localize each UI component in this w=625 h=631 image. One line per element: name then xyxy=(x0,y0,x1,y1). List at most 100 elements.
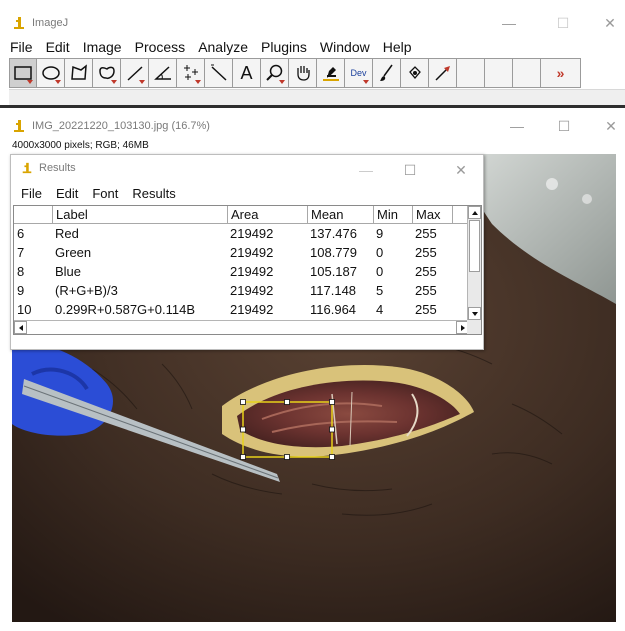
arrow-tool-button[interactable] xyxy=(429,58,457,88)
menu-help[interactable]: Help xyxy=(383,39,412,55)
multipoint-tool-button[interactable] xyxy=(177,58,205,88)
freehand-tool-button[interactable] xyxy=(93,58,121,88)
column-header-max[interactable]: Max xyxy=(412,206,452,224)
arrow-down-icon xyxy=(471,311,478,316)
cell-label: Green xyxy=(55,245,92,260)
cell-min: 9 xyxy=(376,226,384,241)
results-vertical-scrollbar[interactable] xyxy=(467,206,481,320)
menu-analyze[interactable]: Analyze xyxy=(198,39,248,55)
imagej-close-button[interactable]: ✕ xyxy=(587,10,625,36)
results-window: Results — ☐ ✕ File Edit Font Results Lab… xyxy=(10,154,484,350)
hand-tool-button[interactable] xyxy=(289,58,317,88)
image-window-title: IMG_20221220_103130.jpg (16.7%) xyxy=(32,120,210,132)
hand-icon xyxy=(296,66,310,81)
cell-area: 219492 xyxy=(230,245,274,260)
text-tool-icon: A xyxy=(240,62,253,83)
menu-image[interactable]: Image xyxy=(83,39,122,55)
cell-area: 219492 xyxy=(230,283,274,298)
cell-min: 5 xyxy=(376,283,384,298)
scroll-left-button[interactable] xyxy=(14,321,27,334)
cell-min: 0 xyxy=(376,264,384,279)
menu-process[interactable]: Process xyxy=(135,39,186,55)
wand-tool-button[interactable] xyxy=(205,58,233,88)
imagej-logo-icon xyxy=(22,162,32,174)
flood-fill-icon xyxy=(408,66,421,80)
table-header: Label Area Mean Min Max xyxy=(14,206,469,224)
cell-min: 0 xyxy=(376,245,384,260)
cell-max: 255 xyxy=(415,245,437,260)
angle-tool-button[interactable] xyxy=(149,58,177,88)
polygon-tool-button[interactable] xyxy=(65,58,93,88)
oval-tool-button[interactable] xyxy=(37,58,65,88)
color-picker-icon xyxy=(322,67,339,81)
menu-plugins[interactable]: Plugins xyxy=(261,39,307,55)
cell-label: Blue xyxy=(55,264,82,279)
scroll-down-button[interactable] xyxy=(468,307,481,320)
magnifier-tool-button[interactable] xyxy=(261,58,289,88)
table-row[interactable]: 10 0.299R+0.587G+0.114B 219492 116.964 4… xyxy=(14,301,469,319)
empty-tool-slot-2 xyxy=(485,58,513,88)
results-menu-results[interactable]: Results xyxy=(132,186,175,201)
brush-tool-button[interactable] xyxy=(373,58,401,88)
color-picker-tool-button[interactable] xyxy=(317,58,345,88)
cell-max: 255 xyxy=(415,264,437,279)
rectangle-tool-button[interactable] xyxy=(9,58,37,88)
cell-label: Red xyxy=(55,226,79,241)
scroll-up-button[interactable] xyxy=(468,206,481,219)
results-horizontal-scrollbar[interactable] xyxy=(14,320,469,334)
table-row[interactable]: 9 (R+G+B)/3 219492 117.148 5 255 xyxy=(14,282,469,300)
cell-mean: 137.476 xyxy=(310,226,357,241)
column-header-area[interactable]: Area xyxy=(227,206,307,224)
menu-window[interactable]: Window xyxy=(320,39,370,55)
cell-min: 4 xyxy=(376,302,384,317)
cell-label: (R+G+B)/3 xyxy=(55,283,118,298)
scrollbar-corner xyxy=(467,320,481,334)
imagej-maximize-button[interactable]: ☐ xyxy=(540,10,586,36)
menu-file[interactable]: File xyxy=(10,39,33,55)
image-maximize-button[interactable]: ☐ xyxy=(541,113,587,139)
image-minimize-button[interactable]: — xyxy=(494,113,540,139)
cell-index: 7 xyxy=(17,245,25,260)
line-tool-button[interactable] xyxy=(121,58,149,88)
results-close-button[interactable]: ✕ xyxy=(438,157,484,183)
imagej-logo-icon xyxy=(14,17,24,29)
window-divider xyxy=(0,105,625,108)
results-menu-font[interactable]: Font xyxy=(92,186,118,201)
cell-mean: 116.964 xyxy=(310,302,357,317)
arrow-left-icon xyxy=(18,324,23,331)
text-tool-button[interactable]: A xyxy=(233,58,261,88)
table-row[interactable]: 6 Red 219492 137.476 9 255 xyxy=(14,225,469,243)
results-maximize-button[interactable]: ☐ xyxy=(387,157,433,183)
empty-tool-slot-3 xyxy=(513,58,541,88)
image-close-button[interactable]: ✕ xyxy=(588,113,625,139)
cell-index: 8 xyxy=(17,264,25,279)
developer-menu-button[interactable]: Dev xyxy=(345,58,373,88)
screen: ImageJ — ☐ ✕ File Edit Image Process Ana… xyxy=(0,0,625,631)
results-menu-file[interactable]: File xyxy=(21,186,42,201)
imagej-logo-icon xyxy=(14,120,24,132)
column-header-label[interactable]: Label xyxy=(52,206,227,224)
cell-index: 10 xyxy=(17,302,32,317)
arrow-right-icon xyxy=(460,324,465,331)
column-header-min[interactable]: Min xyxy=(373,206,412,224)
results-title: Results xyxy=(39,162,76,174)
table-row[interactable]: 7 Green 219492 108.779 0 255 xyxy=(14,244,469,262)
cell-max: 255 xyxy=(415,302,437,317)
column-header-mean[interactable]: Mean xyxy=(307,206,373,224)
results-table: Label Area Mean Min Max 6 Red 219492 137… xyxy=(13,205,482,335)
polygon-icon xyxy=(70,64,87,80)
imagej-minimize-button[interactable]: — xyxy=(486,10,532,36)
wand-icon xyxy=(210,64,227,81)
table-row[interactable]: 8 Blue 219492 105.187 0 255 xyxy=(14,263,469,281)
column-header-index[interactable] xyxy=(14,206,52,224)
flood-fill-tool-button[interactable] xyxy=(401,58,429,88)
results-menubar: File Edit Font Results xyxy=(11,183,190,203)
results-menu-edit[interactable]: Edit xyxy=(56,186,78,201)
vertical-scroll-thumb[interactable] xyxy=(469,220,480,272)
menu-edit[interactable]: Edit xyxy=(46,39,70,55)
imagej-toolbar: A Dev » xyxy=(9,58,581,88)
results-minimize-button[interactable]: — xyxy=(343,157,389,183)
more-tools-button[interactable]: » xyxy=(541,58,581,88)
cell-max: 255 xyxy=(415,226,437,241)
cell-index: 9 xyxy=(17,283,25,298)
